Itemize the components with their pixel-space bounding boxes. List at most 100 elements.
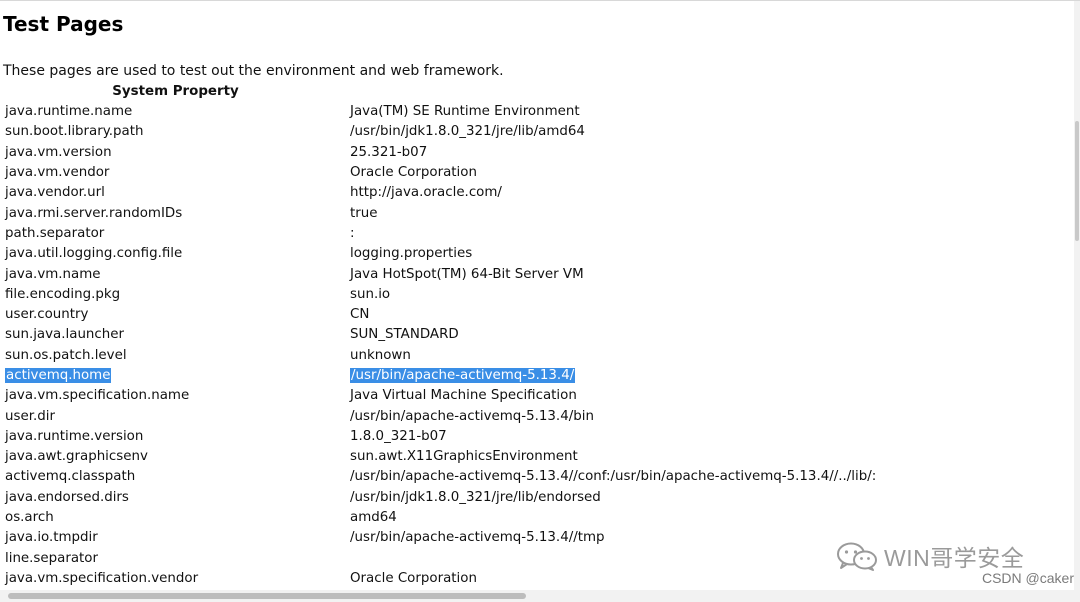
property-value-cell: logging.properties <box>348 244 876 264</box>
property-key-cell: java.runtime.name <box>3 102 348 122</box>
property-value-cell: true <box>348 203 876 223</box>
property-row: java.awt.graphicsenv sun.awt.X11GraphicsE… <box>3 447 876 467</box>
property-value-cell: /usr/bin/apache-activemq-5.13.4/bin <box>348 406 876 426</box>
property-key-cell: java.vm.vendor <box>3 163 348 183</box>
property-key: file.encoding.pkg <box>5 286 121 302</box>
property-value-cell: Java Virtual Machine Specification <box>348 386 876 406</box>
property-key-cell: java.runtime.version <box>3 427 348 447</box>
property-key: java.rmi.server.randomIDs <box>5 205 183 221</box>
property-value-cell <box>348 549 876 569</box>
property-row: java.util.logging.config.file logging.pro… <box>3 244 876 264</box>
property-key: sun.boot.library.path <box>5 124 144 140</box>
property-value: CN <box>350 307 370 323</box>
property-key: java.io.tmpdir <box>5 530 98 546</box>
property-key-cell: sun.java.launcher <box>3 325 348 345</box>
property-key: java.util.logging.config.file <box>5 246 183 262</box>
property-key-cell: java.io.tmpdir <box>3 528 348 548</box>
page-title: Test Pages <box>3 12 124 36</box>
column-header-blank <box>348 82 876 102</box>
property-value-cell: 25.321-b07 <box>348 143 876 163</box>
property-key-cell: user.dir <box>3 406 348 426</box>
property-value: /usr/bin/jdk1.8.0_321/jre/lib/endorsed <box>350 489 601 505</box>
watermark-text: WIN哥学安全 <box>884 545 1025 571</box>
property-value: unknown <box>350 347 411 363</box>
property-key-cell: java.awt.graphicsenv <box>3 447 348 467</box>
property-row: sun.os.patch.level unknown <box>3 346 876 366</box>
property-key: java.vm.specification.vendor <box>5 570 199 586</box>
property-key-cell: path.separator <box>3 224 348 244</box>
property-key-cell: sun.boot.library.path <box>3 122 348 142</box>
property-row: java.io.tmpdir/usr/bin/apache-activemq-5… <box>3 528 876 548</box>
system-property-table: System Property java.runtime.name Java(TM… <box>3 82 876 602</box>
property-key-cell: line.separator <box>3 549 348 569</box>
property-key-selected: activemq.home <box>5 368 112 383</box>
property-row: sun.java.launcher SUN_STANDARD <box>3 325 876 345</box>
property-row: java.endorsed.dirs/usr/bin/jdk1.8.0_321/… <box>3 488 876 508</box>
property-row: java.vm.name Java HotSpot(TM) 64-Bit Serv… <box>3 264 876 284</box>
property-key: line.separator <box>5 550 99 566</box>
property-value: logging.properties <box>350 246 473 262</box>
property-row: user.dir/usr/bin/apache-activemq-5.13.4/… <box>3 406 876 426</box>
property-value: sun.awt.X11GraphicsEnvironment <box>350 449 578 465</box>
property-row: java.vm.specification.name Java Virtual M… <box>3 386 876 406</box>
property-key: java.vm.vendor <box>5 165 110 181</box>
property-value: Oracle Corporation <box>350 165 477 181</box>
property-value-cell: /usr/bin/apache-activemq-5.13.4//conf:/u… <box>348 467 876 487</box>
property-key: java.vm.version <box>5 144 112 160</box>
property-value-cell: /usr/bin/jdk1.8.0_321/jre/lib/amd64 <box>348 122 876 142</box>
property-value: sun.io <box>350 286 391 302</box>
property-value: Java(TM) SE Runtime Environment <box>350 104 580 120</box>
property-value-cell: amd64 <box>348 508 876 528</box>
property-value: amd64 <box>350 510 397 526</box>
property-key: sun.java.launcher <box>5 327 125 343</box>
property-key-cell: java.vm.specification.name <box>3 386 348 406</box>
property-value: http://java.oracle.com/ <box>350 185 502 201</box>
system-property-rows: java.runtime.name Java(TM) SE Runtime Env… <box>3 102 876 602</box>
property-row: os.arch amd64 <box>3 508 876 528</box>
property-value: /usr/bin/jdk1.8.0_321/jre/lib/amd64 <box>350 124 585 140</box>
property-value-cell: Java(TM) SE Runtime Environment <box>348 102 876 122</box>
property-key-cell: java.endorsed.dirs <box>3 488 348 508</box>
property-key: java.runtime.name <box>5 104 133 120</box>
property-key-cell: sun.os.patch.level <box>3 346 348 366</box>
property-value: Java HotSpot(TM) 64-Bit Server VM <box>350 266 584 282</box>
vertical-scrollbar-thumb[interactable] <box>1075 121 1079 241</box>
property-key-cell: activemq.classpath <box>3 467 348 487</box>
horizontal-scrollbar[interactable] <box>0 590 1080 602</box>
property-value-cell: sun.awt.X11GraphicsEnvironment <box>348 447 876 467</box>
property-row: activemq.classpath/usr/bin/apache-active… <box>3 467 876 487</box>
property-row: path.separator: <box>3 224 876 244</box>
intro-text: These pages are used to test out the env… <box>3 63 504 79</box>
property-row: java.vm.specification.vendor Oracle Corpo… <box>3 569 876 589</box>
property-key-cell: java.vendor.url <box>3 183 348 203</box>
property-row: java.vendor.url http://java.oracle.com/ <box>3 183 876 203</box>
page-content: Test Pages These pages are used to test … <box>3 1 1073 602</box>
property-row: java.vm.vendor Oracle Corporation <box>3 163 876 183</box>
property-row: sun.boot.library.path/usr/bin/jdk1.8.0_3… <box>3 122 876 142</box>
vertical-scrollbar[interactable] <box>1074 1 1080 591</box>
property-key: sun.os.patch.level <box>5 347 127 363</box>
property-value: Oracle Corporation <box>350 570 477 586</box>
wechat-icon <box>836 541 878 571</box>
browser-viewport: Test Pages These pages are used to test … <box>0 0 1080 602</box>
property-value-cell: /usr/bin/apache-activemq-5.13.4//tmp <box>348 528 876 548</box>
horizontal-scrollbar-thumb[interactable] <box>8 593 526 599</box>
property-value: /usr/bin/apache-activemq-5.13.4//conf:/u… <box>350 469 877 485</box>
property-value: /usr/bin/apache-activemq-5.13.4/bin <box>350 408 594 424</box>
property-value-selected: /usr/bin/apache-activemq-5.13.4/ <box>350 368 576 383</box>
property-key-cell: java.vm.name <box>3 264 348 284</box>
property-key: os.arch <box>5 510 54 526</box>
property-value-cell: 1.8.0_321-b07 <box>348 427 876 447</box>
property-row: user.country CN <box>3 305 876 325</box>
property-row: java.vm.version 25.321-b07 <box>3 143 876 163</box>
property-value: : <box>350 225 355 241</box>
property-row: line.separator <box>3 549 876 569</box>
property-value: Java Virtual Machine Specification <box>350 388 577 404</box>
property-value-cell: Java HotSpot(TM) 64-Bit Server VM <box>348 264 876 284</box>
property-key-cell: os.arch <box>3 508 348 528</box>
property-key: java.runtime.version <box>5 428 144 444</box>
property-key-cell: java.rmi.server.randomIDs <box>3 203 348 223</box>
property-row: file.encoding.pkg sun.io <box>3 285 876 305</box>
property-key-cell: java.util.logging.config.file <box>3 244 348 264</box>
property-key-cell: activemq.home <box>3 366 348 386</box>
